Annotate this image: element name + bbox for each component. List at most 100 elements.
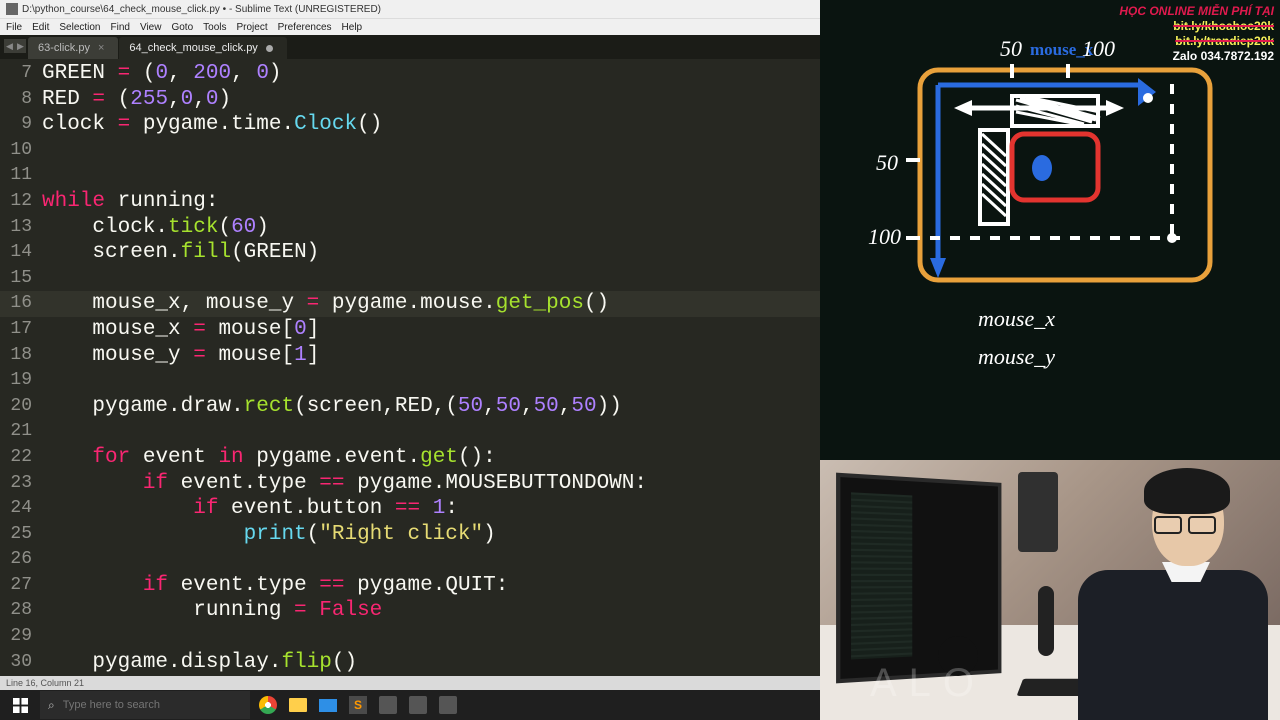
line-number: 15 (0, 266, 42, 292)
code-text[interactable]: RED = (255,0,0) (42, 87, 231, 113)
taskbar-app-2[interactable] (406, 693, 430, 717)
code-text[interactable]: pygame.display.flip() (42, 650, 357, 676)
menu-help[interactable]: Help (342, 22, 363, 33)
line-number: 9 (0, 112, 42, 138)
code-line[interactable]: 28 running = False (0, 598, 820, 624)
code-text[interactable]: GREEN = (0, 200, 0) (42, 61, 282, 87)
menu-view[interactable]: View (140, 22, 162, 33)
line-number: 24 (0, 496, 42, 522)
code-line[interactable]: 31 (0, 675, 820, 676)
code-line[interactable]: 12while running: (0, 189, 820, 215)
code-line[interactable]: 23 if event.type == pygame.MOUSEBUTTONDO… (0, 471, 820, 497)
code-line[interactable]: 8RED = (255,0,0) (0, 87, 820, 113)
line-number: 30 (0, 650, 42, 676)
code-text[interactable]: clock = pygame.time.Clock() (42, 112, 382, 138)
editor-window: D:\python_course\64_check_mouse_click.py… (0, 0, 820, 720)
taskbar-sublime[interactable]: S (346, 693, 370, 717)
line-number: 20 (0, 394, 42, 420)
tab-label: 64_check_mouse_click.py (129, 42, 257, 54)
label-left-50: 50 (876, 150, 898, 176)
code-text[interactable]: while running: (42, 189, 218, 215)
webcam-watermark: ALO (870, 661, 986, 706)
line-number: 31 (0, 675, 42, 676)
code-text[interactable]: if event.type == pygame.MOUSEBUTTONDOWN: (42, 471, 647, 497)
code-line[interactable]: 11 (0, 163, 820, 189)
code-text[interactable]: mouse_y = mouse[1] (42, 343, 319, 369)
code-text[interactable]: if event.button == 1: (42, 496, 458, 522)
tab-63-click[interactable]: 63-click.py × (28, 37, 118, 59)
task-icons: S (256, 693, 460, 717)
tab-64-check-mouse-click[interactable]: 64_check_mouse_click.py (119, 37, 286, 59)
menu-goto[interactable]: Goto (171, 22, 193, 33)
code-line[interactable]: 18 mouse_y = mouse[1] (0, 343, 820, 369)
code-line[interactable]: 27 if event.type == pygame.QUIT: (0, 573, 820, 599)
line-number: 17 (0, 317, 42, 343)
code-text[interactable]: if event.type == pygame.QUIT: (42, 573, 508, 599)
line-number: 11 (0, 163, 42, 189)
sublime-icon: S (349, 696, 367, 714)
start-button[interactable] (2, 690, 38, 720)
taskbar-search[interactable]: ⌕ (40, 691, 250, 719)
code-text[interactable]: screen.fill(GREEN) (42, 240, 319, 266)
code-line[interactable]: 13 clock.tick(60) (0, 215, 820, 241)
code-text[interactable]: print("Right click") (42, 522, 496, 548)
code-line[interactable]: 14 screen.fill(GREEN) (0, 240, 820, 266)
code-line[interactable]: 16 mouse_x, mouse_y = pygame.mouse.get_p… (0, 291, 820, 317)
label-mouse-y: mouse_y (978, 344, 1055, 370)
code-line[interactable]: 9clock = pygame.time.Clock() (0, 112, 820, 138)
code-line[interactable]: 29 (0, 624, 820, 650)
label-mouse-x: mouse_x (978, 306, 1055, 332)
code-line[interactable]: 25 print("Right click") (0, 522, 820, 548)
line-number: 16 (0, 291, 42, 317)
cursor-position: Line 16, Column 21 (6, 678, 84, 688)
code-text[interactable]: for event in pygame.event.get(): (42, 445, 496, 471)
line-number: 21 (0, 419, 42, 445)
taskbar-chrome[interactable] (256, 693, 280, 717)
windows-taskbar[interactable]: ⌕ S (0, 690, 820, 720)
app-icon (6, 3, 18, 15)
code-text[interactable]: running = False (42, 598, 382, 624)
code-text[interactable]: clock.tick(60) (42, 215, 269, 241)
menu-preferences[interactable]: Preferences (278, 22, 332, 33)
code-line[interactable]: 26 (0, 547, 820, 573)
code-line[interactable]: 19 (0, 368, 820, 394)
windows-icon (13, 698, 28, 713)
menu-find[interactable]: Find (111, 22, 130, 33)
code-line[interactable]: 7GREEN = (0, 200, 0) (0, 61, 820, 87)
taskbar-explorer[interactable] (286, 693, 310, 717)
code-line[interactable]: 10 (0, 138, 820, 164)
whiteboard-panel: HỌC ONLINE MIỄN PHÍ TẠI bit.ly/khoahoc20… (820, 0, 1280, 460)
code-line[interactable]: 20 pygame.draw.rect(screen,RED,(50,50,50… (0, 394, 820, 420)
webcam-feed: ALO (820, 460, 1280, 720)
code-text[interactable]: mouse_x, mouse_y = pygame.mouse.get_pos(… (42, 291, 609, 317)
code-line[interactable]: 30 pygame.display.flip() (0, 650, 820, 676)
window-titlebar[interactable]: D:\python_course\64_check_mouse_click.py… (0, 0, 820, 18)
taskbar-mail[interactable] (316, 693, 340, 717)
menu-edit[interactable]: Edit (32, 22, 49, 33)
tab-nav-right[interactable]: ▶ (15, 39, 26, 53)
line-number: 12 (0, 189, 42, 215)
code-editor[interactable]: 7GREEN = (0, 200, 0)8RED = (255,0,0)9clo… (0, 59, 820, 676)
label-top-100: 100 (1082, 36, 1115, 62)
code-line[interactable]: 15 (0, 266, 820, 292)
search-input[interactable] (63, 699, 242, 711)
taskbar-app-1[interactable] (376, 693, 400, 717)
code-line[interactable]: 17 mouse_x = mouse[0] (0, 317, 820, 343)
code-text[interactable]: mouse_x = mouse[0] (42, 317, 319, 343)
menu-bar[interactable]: File Edit Selection Find View Goto Tools… (0, 18, 820, 35)
menu-selection[interactable]: Selection (59, 22, 100, 33)
tab-nav-left[interactable]: ◀ (4, 39, 15, 53)
code-line[interactable]: 24 if event.button == 1: (0, 496, 820, 522)
taskbar-app-3[interactable] (436, 693, 460, 717)
code-text[interactable]: pygame.draw.rect(screen,RED,(50,50,50,50… (42, 394, 622, 420)
close-icon[interactable]: × (98, 42, 104, 54)
menu-file[interactable]: File (6, 22, 22, 33)
menu-tools[interactable]: Tools (203, 22, 226, 33)
app-icon (379, 696, 397, 714)
line-number: 29 (0, 624, 42, 650)
code-line[interactable]: 21 (0, 419, 820, 445)
line-number: 7 (0, 61, 42, 87)
code-line[interactable]: 22 for event in pygame.event.get(): (0, 445, 820, 471)
dirty-indicator-icon (266, 45, 273, 52)
menu-project[interactable]: Project (237, 22, 268, 33)
